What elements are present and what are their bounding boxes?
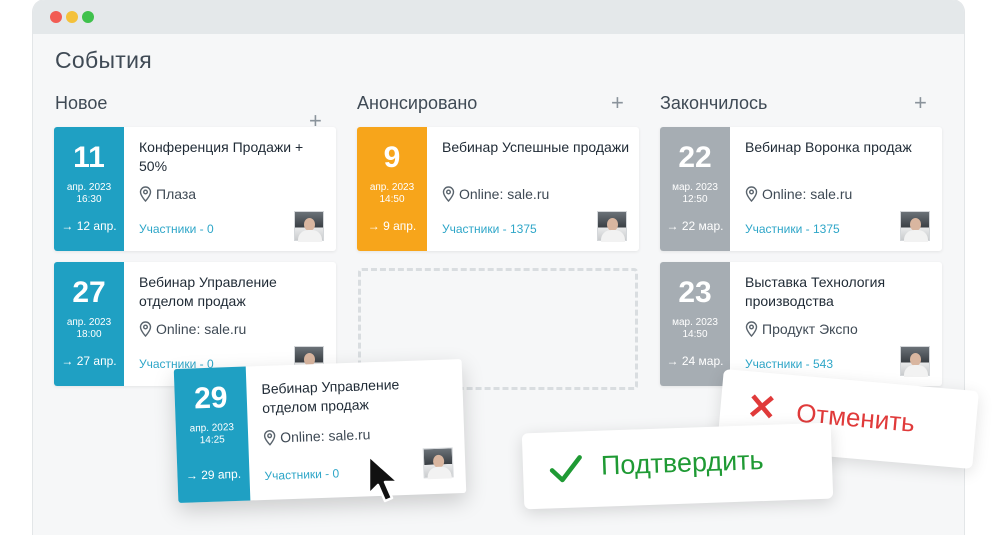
event-month: мар. 2023 [672, 317, 718, 328]
event-location-label: Online: sale.ru [762, 186, 853, 202]
location-pin-icon [139, 321, 152, 338]
location-pin-icon [263, 430, 276, 446]
event-location-label: Online: sale.ru [279, 426, 371, 446]
participants-link[interactable]: Участники - 0 [264, 466, 339, 483]
mouse-cursor-icon [367, 454, 400, 503]
event-day: 29 [193, 381, 229, 416]
event-date-block: 22 мар. 2023 12:50 → 22 мар. [660, 127, 730, 251]
event-time: 14:25 [199, 434, 225, 447]
event-card[interactable]: 9 апр. 2023 14:50 → 9 апр. Вебинар Успеш… [357, 127, 639, 251]
maximize-window-button[interactable] [82, 11, 94, 23]
avatar [597, 211, 627, 242]
event-time: 14:50 [682, 329, 708, 340]
column-title-announced: Анонсировано [357, 93, 478, 113]
event-day: 22 [678, 141, 712, 174]
confirm-button-label: Подтвердить [600, 445, 765, 481]
event-card[interactable]: 11 апр. 2023 16:30 → 12 апр. Конференция… [54, 127, 336, 251]
participants-link[interactable]: Участники - 0 [139, 222, 214, 236]
location-pin-icon [139, 186, 152, 203]
avatar [900, 346, 930, 377]
event-location: Online: sale.ru [139, 321, 247, 338]
event-card[interactable]: 23 мар. 2023 14:50 → 24 мар. Выставка Те… [660, 262, 942, 386]
checkmark-icon [549, 455, 582, 483]
column-title-new: Новое [55, 93, 108, 113]
event-day: 27 [72, 276, 106, 309]
event-location-label: Плаза [156, 186, 197, 202]
event-location: Online: sale.ru [745, 186, 853, 203]
event-location-label: Online: sale.ru [156, 321, 247, 337]
avatar [900, 211, 930, 242]
event-end-date: → 12 апр. [61, 219, 117, 233]
event-card[interactable]: 22 мар. 2023 12:50 → 22 мар. Вебинар Вор… [660, 127, 942, 251]
event-location: Продукт Экспо [745, 321, 858, 338]
event-location: Плаза [139, 186, 197, 203]
confirm-button[interactable]: Подтвердить [521, 422, 834, 510]
event-date-block: 11 апр. 2023 16:30 → 12 апр. [54, 127, 124, 251]
column-title-finished: Закончилось [660, 93, 768, 113]
event-end-date: → 27 апр. [61, 354, 117, 368]
participants-link[interactable]: Участники - 543 [745, 357, 833, 371]
event-month: апр. 2023 [369, 182, 415, 193]
close-icon: ✕ [744, 385, 779, 429]
event-location-label: Online: sale.ru [459, 186, 550, 202]
participants-link[interactable]: Участники - 1375 [442, 222, 537, 236]
minimize-window-button[interactable] [66, 11, 78, 23]
event-title: Вебинар Управление отделом продаж [139, 274, 277, 309]
event-end-date: → 29 апр. [185, 466, 242, 483]
location-pin-icon [442, 186, 455, 203]
location-pin-icon [745, 321, 758, 338]
event-title: Выставка Технология производства [745, 274, 886, 309]
event-date-block: 9 апр. 2023 14:50 → 9 апр. [357, 127, 427, 251]
event-date-block: 27 апр. 2023 18:00 → 27 апр. [54, 262, 124, 386]
event-end-date: → 22 мар. [666, 219, 724, 233]
avatar [294, 211, 324, 242]
event-month: мар. 2023 [672, 182, 718, 193]
event-day: 9 [383, 141, 401, 174]
participants-link[interactable]: Участники - 1375 [745, 222, 840, 236]
event-title: Конференция Продажи + 50% [139, 139, 304, 174]
close-window-button[interactable] [50, 11, 62, 23]
event-time: 12:50 [682, 194, 708, 205]
window-titlebar [33, 0, 964, 34]
event-date-block: 29 апр. 2023 14:25 → 29 апр. [173, 366, 251, 503]
event-day: 23 [678, 276, 712, 309]
page-title: События [55, 47, 153, 73]
event-title: Вебинар Воронка продаж [745, 139, 912, 155]
event-end-date: → 24 мар. [666, 354, 724, 368]
event-time: 14:50 [379, 194, 405, 205]
location-pin-icon [745, 186, 758, 203]
event-title: Вебинар Управление отделом продаж [261, 376, 400, 416]
event-month: апр. 2023 [66, 317, 112, 328]
event-location-label: Продукт Экспо [762, 321, 858, 337]
event-location: Online: sale.ru [442, 186, 550, 203]
dragged-event-card[interactable]: 29 апр. 2023 14:25 → 29 апр. Вебинар Упр… [173, 359, 467, 503]
add-event-finished-button[interactable]: + [914, 92, 927, 114]
event-end-date: → 9 апр. [367, 219, 417, 233]
event-month: апр. 2023 [66, 182, 112, 193]
event-date-block: 23 мар. 2023 14:50 → 24 мар. [660, 262, 730, 386]
event-day: 11 [73, 141, 105, 174]
add-event-announced-button[interactable]: + [611, 92, 624, 114]
avatar [422, 447, 454, 480]
event-time: 18:00 [76, 329, 102, 340]
event-title: Вебинар Успешные продажи [442, 139, 630, 155]
event-time: 16:30 [76, 194, 102, 205]
event-location: Online: sale.ru [263, 426, 371, 446]
